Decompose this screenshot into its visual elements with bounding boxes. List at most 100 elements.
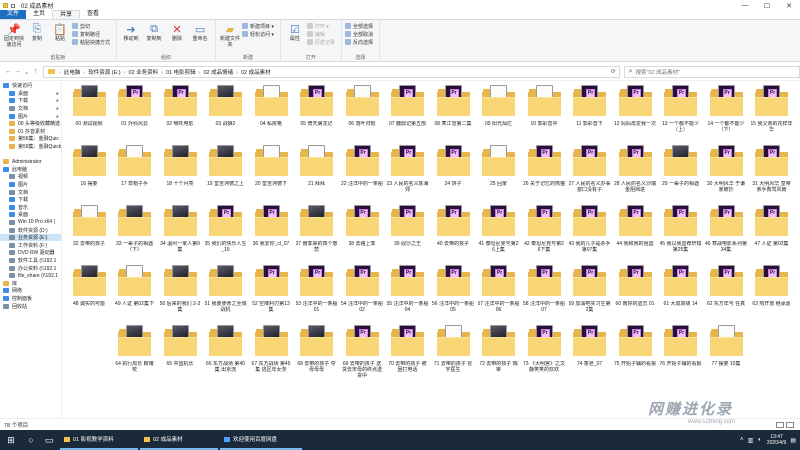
folder-item[interactable]: 10 郭彩音中 — [524, 84, 564, 144]
nav-item[interactable]: 软件资源 (D:) — [0, 226, 61, 234]
folder-item[interactable]: 18 十个月亮 — [160, 144, 200, 204]
nav-item[interactable]: 音乐 — [0, 204, 61, 212]
search-icon[interactable]: ○ — [22, 430, 40, 450]
quick-access-toolbar-icon[interactable] — [11, 3, 15, 8]
folder-item[interactable]: 20 堂吉诃德下 — [251, 144, 291, 204]
folder-item[interactable]: Pr 53 汪洋中的一条船 01 — [296, 264, 337, 324]
volume-icon[interactable]: ◖ — [757, 437, 761, 443]
folder-item[interactable]: 65 中国机长 — [160, 324, 200, 384]
nav-item[interactable]: 文档 ✱ — [0, 105, 61, 113]
forward-icon[interactable]: → — [13, 68, 22, 76]
folder-item[interactable]: Pr 26 关于记忆的熊猫 — [523, 144, 565, 204]
folder-item[interactable]: 66 东方战场 第40集 出京流 — [206, 324, 246, 384]
nav-item[interactable]: 库 — [0, 279, 61, 287]
nav-item[interactable]: file_share (\\192.1 — [0, 272, 61, 280]
nav-item[interactable]: 文档 — [0, 188, 61, 196]
folder-item[interactable]: 04 私房格 — [251, 84, 291, 144]
folder-item[interactable]: 33 一辈子的相遇（下） — [115, 204, 155, 264]
ribbon-small-button[interactable]: 新建项目 ▾ — [242, 22, 274, 30]
nav-item[interactable]: 下载 — [0, 196, 61, 204]
back-icon[interactable]: ← — [4, 68, 13, 76]
taskbar-app-explorer-2[interactable]: 02 成品素材 — [140, 430, 218, 450]
folder-item[interactable]: 77 摆要 10集 — [706, 324, 746, 384]
nav-item[interactable]: DVD RW 驱动器 — [0, 249, 61, 257]
folder-item[interactable]: Pr 62 东方年号 任真 — [706, 264, 746, 324]
folder-item[interactable]: 25 回家 — [479, 144, 519, 204]
folder-item[interactable]: Pr 73 《大明宫》之文静笑笑的欢欢 — [523, 324, 565, 384]
nav-item[interactable]: 桌面 — [0, 211, 61, 219]
folder-item[interactable]: 48 诚实的可能 — [69, 264, 109, 324]
folder-item[interactable]: Pr 15 我父亲的花样年华 — [751, 84, 792, 144]
folder-item[interactable]: Pr 38 去路上季 — [342, 204, 382, 264]
maximize-button[interactable]: ☐ — [756, 0, 778, 11]
task-view-icon[interactable]: ▭ — [40, 430, 58, 450]
folder-item[interactable]: Pr 39 砚沙之王 — [388, 204, 428, 264]
details-view-icon[interactable] — [776, 421, 784, 428]
properties-button[interactable]: ☑ 属性 — [284, 22, 306, 43]
nav-item[interactable]: 网络 — [0, 287, 61, 295]
paste-button[interactable]: 📋 粘贴 — [49, 22, 71, 43]
folder-item[interactable]: 21 拜拜 — [297, 144, 337, 204]
minimize-button[interactable]: — — [734, 0, 756, 11]
breadcrumb-item[interactable]: 02 业务资料 — [128, 70, 158, 76]
folder-item[interactable]: Pr 70 去带的孩子 被困打电话 — [388, 324, 428, 384]
network-icon[interactable]: ▥ — [748, 437, 754, 444]
nav-item[interactable]: 快速访问 — [0, 82, 61, 90]
nav-item[interactable]: 办公资料 (\\192.1 — [0, 264, 61, 272]
folder-item[interactable]: 16 摆要 — [69, 144, 109, 204]
new-folder-button[interactable]: ▰ 新建文件夹 — [219, 22, 241, 49]
folder-item[interactable]: Pr 54 汪洋中的一条船 02 — [341, 264, 383, 324]
nav-item[interactable]: 控制面板 — [0, 295, 61, 303]
refresh-icon[interactable]: ⟳ — [611, 69, 616, 75]
folder-item[interactable]: Pr 12 妈妈再爱我一次 — [614, 84, 656, 144]
folder-item[interactable]: 17 草帽子手 — [115, 144, 155, 204]
folder-item[interactable]: Pr 02 哪吒电影 — [160, 84, 200, 144]
breadcrumb-item[interactable]: 01 电影剪辑 — [166, 70, 196, 76]
ribbon-small-button[interactable]: 复制路径 — [72, 30, 110, 38]
breadcrumb-item[interactable]: 此电脑 — [64, 70, 81, 76]
delete-button[interactable]: ✕ 删除 — [166, 22, 188, 43]
notification-icon[interactable]: ▤ — [790, 437, 796, 444]
folder-item[interactable]: 64 执行局长 鞍魂校 — [115, 324, 155, 384]
folder-item[interactable]: Pr 56 汪洋中的一条船 05 — [432, 264, 474, 324]
tab-home[interactable]: 主页 — [26, 10, 52, 19]
folder-item[interactable]: 19 堂吉诃德之上 — [206, 144, 246, 204]
folder-item[interactable]: 06 落叶归根 — [342, 84, 382, 144]
close-button[interactable]: ✕ — [778, 0, 800, 11]
nav-item[interactable]: 第56集：金融Quic — [0, 135, 61, 143]
copy-button[interactable]: ⎘ 复制 — [26, 22, 48, 43]
ribbon-small-button[interactable]: 粘贴快捷方式 — [72, 38, 110, 46]
folder-item[interactable]: Pr 42 泰坦尼克号第26下集 — [524, 204, 564, 264]
folder-item[interactable]: 34 温州一家人第9集 — [160, 204, 200, 264]
folder-item[interactable]: Pr 01 外科风云 — [115, 84, 155, 144]
ribbon-small-button[interactable]: 轻松访问 ▾ — [242, 30, 274, 38]
folder-item[interactable]: Pr 74 香皂_07 — [570, 324, 610, 384]
recent-dropdown-icon[interactable]: ⌄ — [22, 68, 31, 76]
breadcrumb-item[interactable]: 软件资源 (E:) — [88, 70, 120, 76]
folder-item[interactable]: 68 去带的孩子 夺母母母 — [297, 324, 337, 384]
folder-item[interactable]: Pr 44 我和我的祖国 — [615, 204, 655, 264]
folder-item[interactable]: Pr 31 大明风华 皇帝亲手救驾风雨 — [752, 144, 792, 204]
folder-item[interactable]: Pr 23 人民的名义陈海郊 — [387, 144, 428, 204]
folder-item[interactable]: Pr 61 大成高级 14 — [661, 264, 701, 324]
folder-item[interactable]: 71 去带的孩子 冒宇医生 — [433, 324, 473, 384]
folder-item[interactable]: Pr 46 寒战电影系列第34集 — [705, 204, 747, 264]
folder-item[interactable]: Pr 30 大明风华 于谦家被抄 — [706, 144, 746, 204]
address-bar[interactable]: › 此电脑 › 软件资源 (E:) › 02 业务资料 › 01 电影剪辑 › 02 成品情绪 › 0… — [43, 65, 620, 78]
folder-item[interactable]: Pr 52 空降利刃第13集 — [251, 264, 291, 324]
folder-item[interactable]: 32 去带的孩子 — [69, 204, 109, 264]
tab-share[interactable]: 共享 — [52, 10, 81, 19]
nav-item[interactable]: 第59集：金融Quick — [0, 143, 61, 151]
nav-item[interactable]: 业务资源 (E:) — [0, 233, 61, 242]
folder-item[interactable]: Pr 22 汪洋中的一条船 — [341, 144, 383, 204]
folder-item[interactable]: 49 人证 第02集下 — [115, 264, 155, 324]
folder-item[interactable]: 00 测试视频 — [69, 84, 109, 144]
tab-file[interactable]: 文件 — [0, 10, 27, 19]
folder-item[interactable]: 72 去带的孩子 瑞审 — [479, 324, 519, 384]
folder-item[interactable]: Pr 55 汪洋中的一条船 04 — [387, 264, 428, 324]
pin-button[interactable]: 📌 固定到快速访问 — [3, 22, 25, 49]
nav-item[interactable]: 视频 — [0, 173, 61, 181]
folder-item[interactable]: Pr 40 去带的孩子 — [433, 204, 473, 264]
windows-start-icon[interactable]: ⊞ — [0, 430, 22, 450]
nav-item[interactable]: 图片 ✱ — [0, 112, 61, 120]
